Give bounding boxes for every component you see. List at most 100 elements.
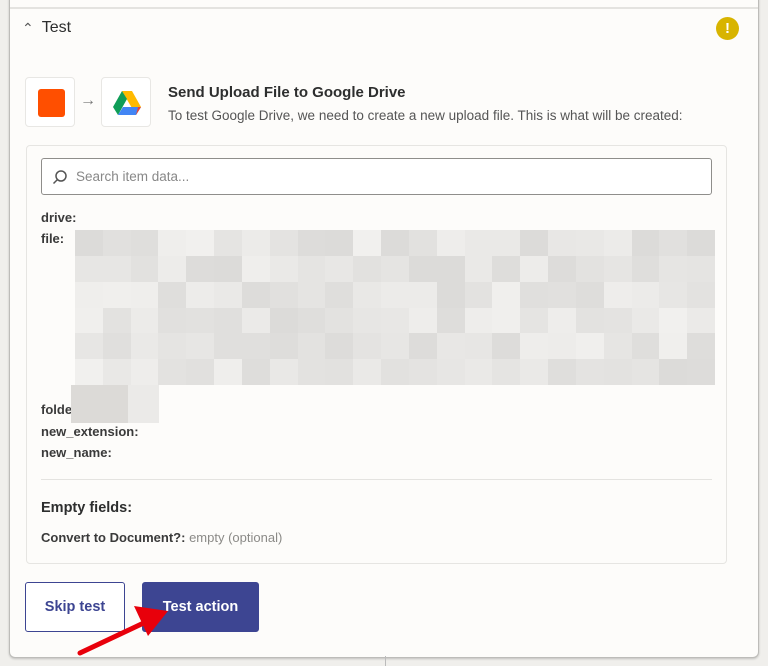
step-subtitle: To test Google Drive, we need to create …: [168, 108, 683, 123]
redacted-pixel: [436, 359, 465, 385]
redacted-pixel: [575, 333, 604, 360]
redacted-pixel: [130, 230, 159, 256]
redacted-pixel: [631, 359, 660, 385]
redacted-pixel: [520, 281, 549, 308]
redacted-pixel: [492, 359, 521, 385]
redacted-pixel: [659, 255, 688, 282]
redacted-pixel: [297, 281, 326, 308]
redacted-pixel: [631, 255, 660, 282]
redacted-pixel: [186, 359, 215, 385]
redacted-pixel: [464, 333, 493, 360]
redacted-pixel: [353, 255, 382, 282]
annotation-arrow-icon: [77, 606, 168, 656]
redacted-pixel: [575, 230, 604, 256]
redacted-pixel: [464, 230, 493, 256]
redacted-pixel: [102, 230, 131, 256]
redacted-pixel: [214, 281, 242, 308]
redacted-pixel: [186, 307, 215, 334]
redacted-pixel: [325, 230, 354, 256]
redacted-pixel: [353, 281, 382, 308]
redacted-pixel: [353, 307, 382, 334]
redacted-pixel: [325, 281, 354, 308]
redacted-pixel: [575, 359, 604, 385]
redacted-pixel: [631, 333, 660, 360]
redacted-pixel: [269, 281, 298, 308]
search-placeholder: Search item data...: [76, 169, 190, 184]
redacted-pixel: [297, 333, 326, 360]
redacted-pixel: [353, 333, 382, 360]
redacted-pixel: [603, 281, 632, 308]
redacted-pixel: [102, 307, 131, 334]
field-drive: drive:: [41, 210, 77, 225]
google-drive-icon: [101, 77, 151, 127]
field-new-name: new_name:: [41, 445, 112, 460]
redacted-pixel: [130, 307, 159, 334]
redacted-pixel: [381, 333, 409, 360]
redacted-pixel: [186, 333, 215, 360]
redacted-pixel: [548, 333, 576, 360]
redacted-pixel: [186, 255, 215, 282]
redacted-pixel: [75, 230, 103, 256]
redacted-pixel: [381, 359, 409, 385]
redacted-pixel: [436, 281, 465, 308]
redacted-pixel: [464, 359, 493, 385]
redacted-pixel: [408, 307, 437, 334]
redacted-pixel: [408, 230, 437, 256]
redacted-pixel: [269, 255, 298, 282]
redacted-pixel: [158, 255, 187, 282]
redacted-pixel: [492, 307, 521, 334]
redacted-pixel: [687, 307, 715, 334]
redacted-pixel: [102, 281, 131, 308]
redacted-pixel: [575, 255, 604, 282]
redacted-pixel: [297, 255, 326, 282]
redacted-pixel: [297, 359, 326, 385]
warning-icon: !: [716, 17, 739, 40]
redacted-pixel: [214, 307, 242, 334]
redacted-pixel: [631, 307, 660, 334]
redacted-pixel: [520, 333, 549, 360]
redacted-pixel: [381, 281, 409, 308]
redacted-pixel: [575, 307, 604, 334]
test-section-toggle[interactable]: ⌃ Test: [22, 19, 71, 37]
redacted-pixel: [381, 307, 409, 334]
redacted-pixel: [241, 281, 270, 308]
field-file: file:: [41, 231, 65, 246]
redacted-pixel: [548, 281, 576, 308]
redacted-pixel: [130, 359, 159, 385]
empty-field-value: empty (optional): [189, 530, 283, 545]
redacted-pixel: [214, 255, 242, 282]
redacted-pixel: [548, 230, 576, 256]
redacted-pixel: [631, 230, 660, 256]
search-input[interactable]: Search item data...: [41, 158, 712, 195]
redacted-pixel: [492, 281, 521, 308]
redacted-pixel: [75, 333, 103, 360]
chevron-up-icon: ⌃: [22, 19, 34, 36]
redacted-pixel: [464, 255, 493, 282]
redacted-pixel: [520, 255, 549, 282]
redacted-pixel: [241, 333, 270, 360]
search-icon: [52, 169, 67, 184]
redacted-pixel: [75, 281, 103, 308]
redacted-pixel: [464, 281, 493, 308]
redacted-pixel: [269, 230, 298, 256]
redacted-pixel: [575, 281, 604, 308]
redacted-pixel: [492, 230, 521, 256]
arrow-right-icon: →: [80, 92, 96, 109]
redacted-pixel: [548, 307, 576, 334]
redacted-pixel: [130, 333, 159, 360]
redacted-value: [75, 230, 715, 385]
redacted-pixel: [325, 333, 354, 360]
redacted-pixel: [436, 255, 465, 282]
redacted-pixel: [325, 307, 354, 334]
redacted-pixel: [687, 333, 715, 360]
redacted-pixel: [408, 281, 437, 308]
redacted-pixel: [687, 230, 715, 256]
redacted-pixel: [436, 333, 465, 360]
redacted-pixel: [269, 333, 298, 360]
redacted-pixel: [241, 230, 270, 256]
redacted-pixel: [603, 307, 632, 334]
redacted-pixel: [381, 230, 409, 256]
redacted-pixel: [158, 333, 187, 360]
redacted-value: [71, 385, 159, 423]
redacted-pixel: [102, 255, 131, 282]
